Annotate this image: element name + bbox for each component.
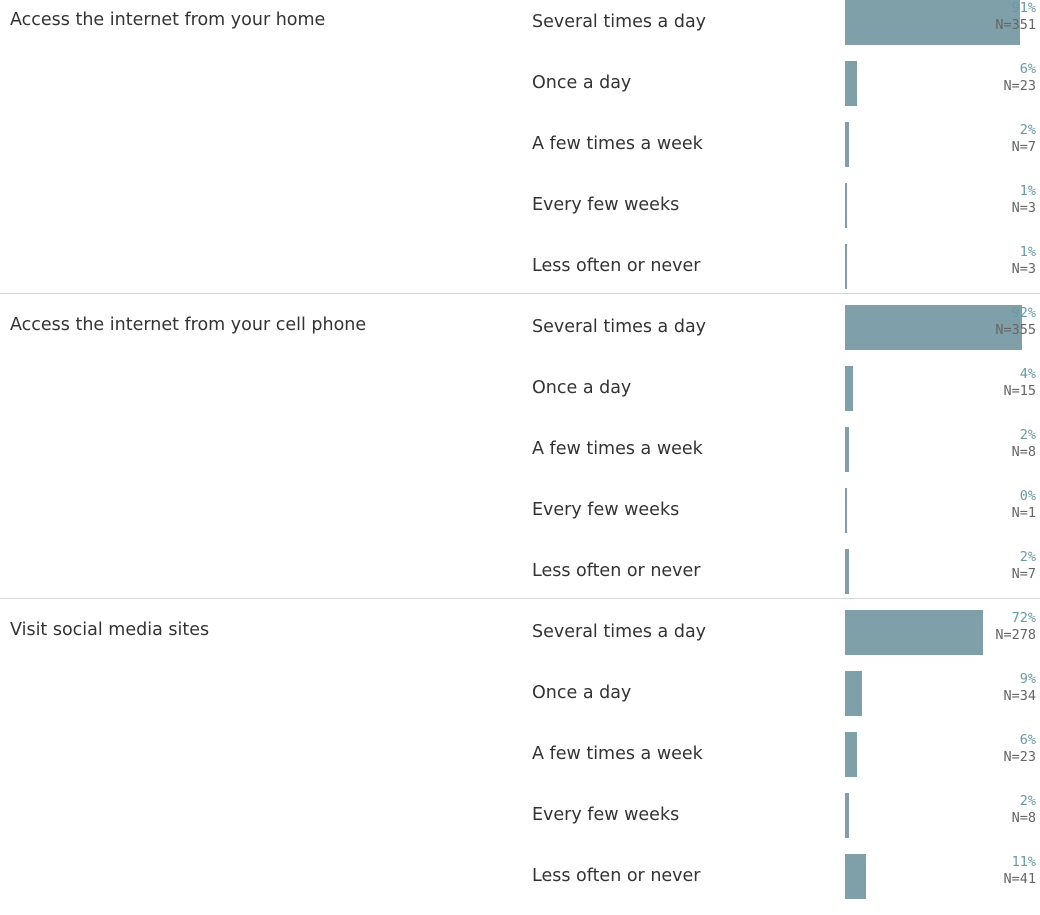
n-label: N=3 [1011,200,1036,216]
percent-label: 2% [1019,549,1036,565]
n-label: N=23 [1003,749,1036,765]
bar [845,61,857,106]
percent-label: 91% [1011,0,1036,16]
group-divider [0,598,1040,599]
bar [845,122,849,167]
n-label: N=351 [995,17,1036,33]
category-label: Once a day [532,683,632,703]
bar-group: Access the internet from your cell phone… [0,305,1040,610]
category-label: Every few weeks [532,805,680,825]
bar-row: Every few weeks 2% N=8 [0,793,1040,854]
n-label: N=7 [1011,139,1036,155]
percent-label: 6% [1019,732,1036,748]
bar [845,793,849,838]
category-label: Less often or never [532,866,701,886]
n-label: N=41 [1003,871,1036,887]
n-label: N=355 [995,322,1036,338]
bar [845,549,849,594]
bar-row: Several times a day 92% N=355 [0,305,1040,366]
n-label: N=8 [1011,810,1036,826]
category-label: Every few weeks [532,195,680,215]
bar [845,671,862,716]
percent-label: 9% [1019,671,1036,687]
category-label: Several times a day [532,317,707,337]
category-label: A few times a week [532,744,703,764]
bar-row: Several times a day 72% N=278 [0,610,1040,671]
percent-label: 1% [1019,244,1036,260]
bar [845,610,983,655]
percent-label: 11% [1011,854,1036,870]
bar [845,732,857,777]
bar-row: Every few weeks 1% N=3 [0,183,1040,244]
category-label: Several times a day [532,622,707,642]
n-label: N=3 [1011,261,1036,277]
bar-row: Less often or never 11% N=41 [0,854,1040,915]
n-label: N=34 [1003,688,1036,704]
bar-row: Every few weeks 0% N=1 [0,488,1040,549]
percent-label: 4% [1019,366,1036,382]
category-label: Less often or never [532,256,701,276]
bar-group: Access the internet from your home Severa… [0,0,1040,305]
category-label: Every few weeks [532,500,680,520]
percent-label: 2% [1019,793,1036,809]
bar-group: Visit social media sites Several times a … [0,610,1040,915]
bar [845,366,853,411]
percent-label: 2% [1019,122,1036,138]
bar [845,427,849,472]
category-label: A few times a week [532,439,703,459]
percent-label: 2% [1019,427,1036,443]
category-label: Once a day [532,378,632,398]
bar-row: Once a day 6% N=23 [0,61,1040,122]
n-label: N=278 [995,627,1036,643]
n-label: N=23 [1003,78,1036,94]
bar-row: Once a day 9% N=34 [0,671,1040,732]
category-label: Less often or never [532,561,701,581]
category-label: Several times a day [532,12,707,32]
percent-label: 6% [1019,61,1036,77]
bar-row: A few times a week 2% N=8 [0,427,1040,488]
category-label: Once a day [532,73,632,93]
bar-row: A few times a week 2% N=7 [0,122,1040,183]
n-label: N=8 [1011,444,1036,460]
n-label: N=15 [1003,383,1036,399]
n-label: N=1 [1011,505,1036,521]
category-label: A few times a week [532,134,703,154]
bar-row: Once a day 4% N=15 [0,366,1040,427]
percent-label: 72% [1011,610,1036,626]
bar-row: A few times a week 6% N=23 [0,732,1040,793]
n-label: N=7 [1011,566,1036,582]
bar [845,244,847,289]
chart-area: Access the internet from your home Severa… [0,0,1040,899]
percent-label: 1% [1019,183,1036,199]
bar-row: Less often or never 1% N=3 [0,244,1040,305]
bar-row: Several times a day 91% N=351 [0,0,1040,61]
bar-row: Less often or never 2% N=7 [0,549,1040,610]
bar [845,183,847,228]
bar [845,0,1020,45]
percent-label: 92% [1011,305,1036,321]
bar [845,488,847,533]
bar [845,854,866,899]
group-divider [0,293,1040,294]
percent-label: 0% [1019,488,1036,504]
